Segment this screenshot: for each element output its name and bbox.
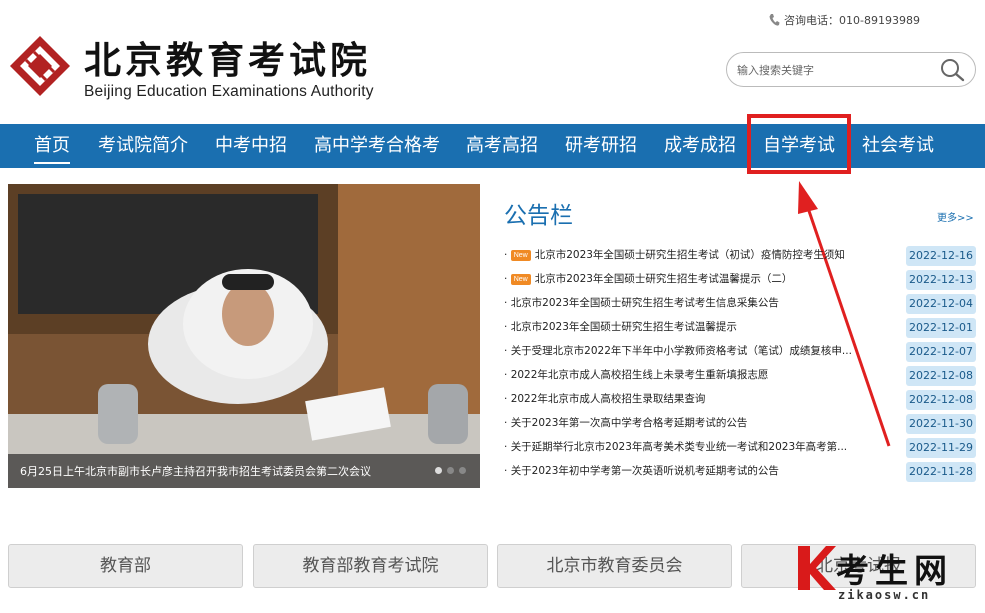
news-date: 2022-12-13	[906, 270, 976, 290]
list-item[interactable]: · 2022年北京市成人高校招生线上未录考生重新填报志愿 2022-12-08	[504, 363, 976, 387]
watermark: 考生网 zikaosw.cn	[798, 544, 978, 604]
list-item[interactable]: · New 北京市2023年全国硕士研究生招生考试（初试）疫情防控考生须知 202…	[504, 243, 976, 267]
caption-bar: 6月25日上午北京市副市长卢彦主持召开我市招生考试委员会第二次会议	[8, 454, 480, 488]
slide-caption[interactable]: 6月25日上午北京市副市长卢彦主持召开我市招生考试委员会第二次会议	[20, 463, 371, 479]
list-item[interactable]: · 北京市2023年全国硕士研究生招生考试温馨提示 2022-12-01	[504, 315, 976, 339]
news-date: 2022-11-30	[906, 414, 976, 434]
nav-item-zhongkao[interactable]: 中考中招	[215, 124, 287, 168]
slide-photo	[8, 184, 480, 488]
slide-dot[interactable]	[447, 467, 454, 474]
phone-icon	[769, 14, 780, 26]
more-link[interactable]: 更多>>	[937, 209, 974, 224]
news-date: 2022-12-07	[906, 342, 976, 362]
news-date: 2022-11-29	[906, 438, 976, 458]
nav-item-xuekao[interactable]: 高中学考合格考	[314, 124, 440, 168]
news-title-wrap[interactable]: · 关于2023年第一次高中学考合格考延期考试的公告	[504, 415, 874, 430]
news-slideshow[interactable]: 6月25日上午北京市副市长卢彦主持召开我市招生考试委员会第二次会议	[8, 184, 480, 488]
nav-item-chengkao[interactable]: 成考成招	[664, 124, 736, 168]
news-date: 2022-12-16	[906, 246, 976, 266]
news-title[interactable]: 关于2023年初中学考第一次英语听说机考延期考试的公告	[511, 465, 779, 477]
board-title: 公告栏	[504, 203, 573, 229]
news-date: 2022-12-08	[906, 390, 976, 410]
nav-item-home[interactable]: 首页	[34, 124, 70, 168]
news-title-wrap[interactable]: · 北京市2023年全国硕士研究生招生考试考生信息采集公告	[504, 295, 874, 310]
search-input[interactable]	[737, 61, 927, 79]
news-title[interactable]: 2022年北京市成人高校招生线上未录考生重新填报志愿	[511, 369, 769, 381]
news-title[interactable]: 北京市2023年全国硕士研究生招生考试考生信息采集公告	[511, 297, 779, 309]
news-title[interactable]: 北京市2023年全国硕士研究生招生考试温馨提示	[511, 321, 737, 333]
link-moe[interactable]: 教育部	[8, 544, 243, 588]
slide-dot[interactable]	[459, 467, 466, 474]
news-title[interactable]: 2022年北京市成人高校招生录取结果查询	[511, 393, 706, 405]
news-title[interactable]: 关于2023年第一次高中学考合格考延期考试的公告	[511, 417, 748, 429]
nav-item-yankao[interactable]: 研考研招	[565, 124, 637, 168]
news-title[interactable]: 北京市2023年全国硕士研究生招生考试（初试）疫情防控考生须知	[535, 249, 845, 261]
news-title-wrap[interactable]: · New 北京市2023年全国硕士研究生招生考试（初试）疫情防控考生须知	[504, 247, 874, 262]
list-item[interactable]: · 关于2023年初中学考第一次英语听说机考延期考试的公告 2022-11-28	[504, 459, 976, 483]
logo-icon	[10, 36, 70, 96]
list-item[interactable]: · 北京市2023年全国硕士研究生招生考试考生信息采集公告 2022-12-04	[504, 291, 976, 315]
nav-item-about[interactable]: 考试院简介	[98, 124, 188, 168]
news-title-wrap[interactable]: · 2022年北京市成人高校招生线上未录考生重新填报志愿	[504, 367, 874, 382]
new-badge: New	[510, 274, 531, 285]
news-date: 2022-12-04	[906, 294, 976, 314]
news-title-wrap[interactable]: · New 北京市2023年全国硕士研究生招生考试温馨提示（二）	[504, 271, 874, 286]
nav-item-zixue[interactable]: 自学考试	[763, 124, 835, 168]
slide-dot[interactable]	[435, 467, 442, 474]
main-nav: 首页 考试院简介 中考中招 高中学考合格考 高考高招 研考研招 成考成招 自学考…	[0, 124, 985, 168]
news-date: 2022-12-08	[906, 366, 976, 386]
list-item[interactable]: · 关于延期举行北京市2023年高考美术类专业统一考试和2023年高考第... …	[504, 435, 976, 459]
news-title[interactable]: 关于受理北京市2022年下半年中小学教师资格考试（笔试）成绩复核申...	[511, 345, 852, 357]
news-date: 2022-11-28	[906, 462, 976, 482]
link-neea[interactable]: 教育部教育考试院	[253, 544, 488, 588]
link-bjedu[interactable]: 北京市教育委员会	[497, 544, 732, 588]
news-date: 2022-12-01	[906, 318, 976, 338]
news-title-wrap[interactable]: · 2022年北京市成人高校招生录取结果查询	[504, 391, 874, 406]
search-box	[726, 52, 976, 87]
hotline-text: 咨询电话：010-89193989	[784, 14, 920, 27]
list-item[interactable]: · 关于2023年第一次高中学考合格考延期考试的公告 2022-11-30	[504, 411, 976, 435]
watermark-text-cn: 考生网	[836, 551, 953, 590]
news-title-wrap[interactable]: · 关于延期举行北京市2023年高考美术类专业统一考试和2023年高考第...	[504, 439, 874, 454]
list-item[interactable]: · New 北京市2023年全国硕士研究生招生考试温馨提示（二） 2022-12-…	[504, 267, 976, 291]
list-item[interactable]: · 2022年北京市成人高校招生录取结果查询 2022-12-08	[504, 387, 976, 411]
watermark-k-icon	[798, 546, 836, 590]
logo-title-en[interactable]: Beijing Education Examinations Authority	[84, 83, 374, 101]
search-icon[interactable]	[939, 58, 965, 82]
slide-indicators	[435, 467, 466, 474]
new-badge: New	[510, 250, 531, 261]
news-title-wrap[interactable]: · 北京市2023年全国硕士研究生招生考试温馨提示	[504, 319, 874, 334]
news-title[interactable]: 关于延期举行北京市2023年高考美术类专业统一考试和2023年高考第...	[511, 441, 847, 453]
hotline: 咨询电话：010-89193989	[768, 12, 920, 28]
nav-item-shehui[interactable]: 社会考试	[862, 124, 934, 168]
watermark-text-en: zikaosw.cn	[838, 588, 931, 602]
site-header: 北京教育考试院 Beijing Education Examinations A…	[0, 0, 985, 124]
news-title[interactable]: 北京市2023年全国硕士研究生招生考试温馨提示（二）	[535, 273, 793, 285]
list-item[interactable]: · 关于受理北京市2022年下半年中小学教师资格考试（笔试）成绩复核申... 2…	[504, 339, 976, 363]
logo-title-cn[interactable]: 北京教育考试院	[84, 30, 371, 84]
news-title-wrap[interactable]: · 关于2023年初中学考第一次英语听说机考延期考试的公告	[504, 463, 874, 478]
nav-item-gaokao[interactable]: 高考高招	[466, 124, 538, 168]
news-title-wrap[interactable]: · 关于受理北京市2022年下半年中小学教师资格考试（笔试）成绩复核申...	[504, 343, 874, 358]
